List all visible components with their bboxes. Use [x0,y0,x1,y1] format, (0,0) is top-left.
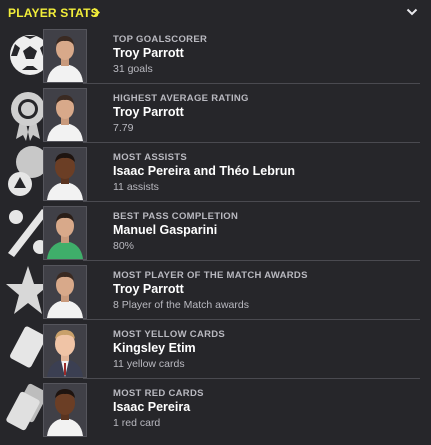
panel-title[interactable]: PLAYER STATS [8,6,99,20]
stat-row-highest-rating[interactable]: HIGHEST AVERAGE RATING Troy Parrott 7.79 [6,85,421,143]
stat-row-most-assists[interactable]: MOST ASSISTS Isaac Pereira and Théo Lebr… [6,144,421,202]
stat-row-top-goalscorer[interactable]: TOP GOALSCORER Troy Parrott 31 goals [6,26,421,84]
stat-category: MOST YELLOW CARDS [113,329,226,340]
stat-value: 11 assists [113,181,159,193]
stat-category: MOST PLAYER OF THE MATCH AWARDS [113,270,308,281]
stat-row-pass-completion[interactable]: BEST PASS COMPLETION Manuel Gasparini 80… [6,203,421,261]
stat-category: HIGHEST AVERAGE RATING [113,93,249,104]
player-portrait [43,29,87,83]
stat-row-yellow-cards[interactable]: MOST YELLOW CARDS Kingsley Etim 11 yello… [6,321,421,379]
row-divider [83,319,420,320]
player-name-link[interactable]: Troy Parrott [113,46,184,60]
player-name-link[interactable]: Troy Parrott [113,282,184,296]
stat-row-red-cards[interactable]: MOST RED CARDS Isaac Pereira 1 red card [6,380,421,438]
chevron-right-icon[interactable] [93,8,100,17]
stat-value: 7.79 [113,122,134,134]
stat-value: 31 goals [113,63,153,75]
stat-value: 11 yellow cards [113,358,185,370]
stat-category: TOP GOALSCORER [113,34,208,45]
player-name-link[interactable]: Manuel Gasparini [113,223,217,237]
player-portrait [43,324,87,378]
row-divider [83,378,420,379]
player-name-link[interactable]: Troy Parrott [113,105,184,119]
player-portrait [43,265,87,319]
stat-category: BEST PASS COMPLETION [113,211,239,222]
player-portrait [43,147,87,201]
stat-category: MOST RED CARDS [113,388,204,399]
stat-value: 80% [113,240,135,252]
player-name-link[interactable]: Isaac Pereira [113,400,190,414]
stat-value: 1 red card [113,417,161,429]
row-divider [83,83,420,84]
row-divider [83,260,420,261]
player-portrait [43,206,87,260]
panel-header[interactable]: PLAYER STATS [0,0,431,26]
player-portrait [43,88,87,142]
player-name-link[interactable]: Kingsley Etim [113,341,196,355]
player-stats-panel: PLAYER STATS TOP GOALSCORER Troy Parrott… [0,0,431,445]
player-name-link[interactable]: Isaac Pereira and Théo Lebrun [113,164,295,178]
stat-category: MOST ASSISTS [113,152,187,163]
player-portrait [43,383,87,437]
row-divider [83,142,420,143]
chevron-down-icon[interactable] [406,7,418,17]
stat-row-player-of-match[interactable]: MOST PLAYER OF THE MATCH AWARDS Troy Par… [6,262,421,320]
row-divider [83,201,420,202]
stat-value: 8 Player of the Match awards [113,299,249,311]
